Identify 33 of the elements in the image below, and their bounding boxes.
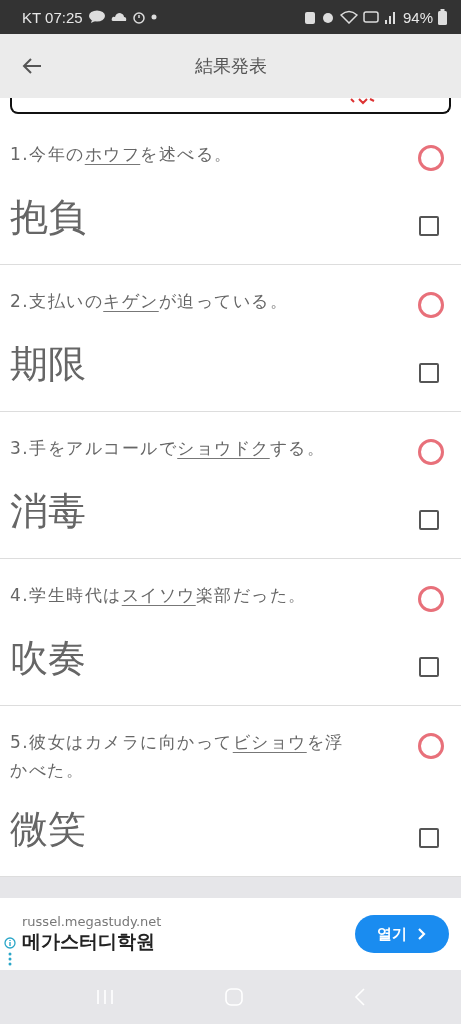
question-text: 4.学生時代は スイソウ楽部だった。 [10,584,307,607]
answer-text: 期限 [10,341,86,388]
question-text: 5.彼女はカメラに向かって ビショウ を浮かべた。 [10,731,345,782]
ad-domain: russel.megastudy.net [22,913,163,929]
checkbox[interactable] [419,828,439,848]
status-time: KT 07:25 [22,8,83,26]
chevron-icon [417,928,427,940]
answer-text: 微笑 [10,806,86,853]
question-text: 3.手をアルコールでショウドク する。 [10,437,326,460]
info-icon[interactable] [4,936,16,949]
cloud-icon [110,11,127,23]
answer-text: 吹奏 [10,635,86,682]
signal-icon [383,10,398,24]
dot-icon [150,14,157,20]
hd-icon [362,11,379,23]
open-button[interactable]: 열기 [355,915,449,953]
checkbox[interactable] [419,363,439,383]
answer-text: 消毒 [10,488,86,535]
battery-icon [438,9,447,25]
question-text: 1.今年の ホウフ を述べる。 [10,143,233,166]
checkbox[interactable] [419,657,439,677]
question-text: 2.支払いのキゲン が迫っている。 [10,290,289,313]
screen-title: 結果発表 [193,54,268,78]
checkbox[interactable] [419,216,439,236]
answer-text: 抱負 [10,194,86,241]
timer-icon [131,10,146,24]
wifi-icon [339,10,358,24]
check-mark-icon [350,98,376,106]
ad-title: 메가스터디학원 [22,929,156,954]
battery-percent: 94% [402,8,433,26]
chat-bubble-icon [87,10,106,24]
more-icon[interactable] [8,951,12,966]
checkbox[interactable] [419,510,439,530]
